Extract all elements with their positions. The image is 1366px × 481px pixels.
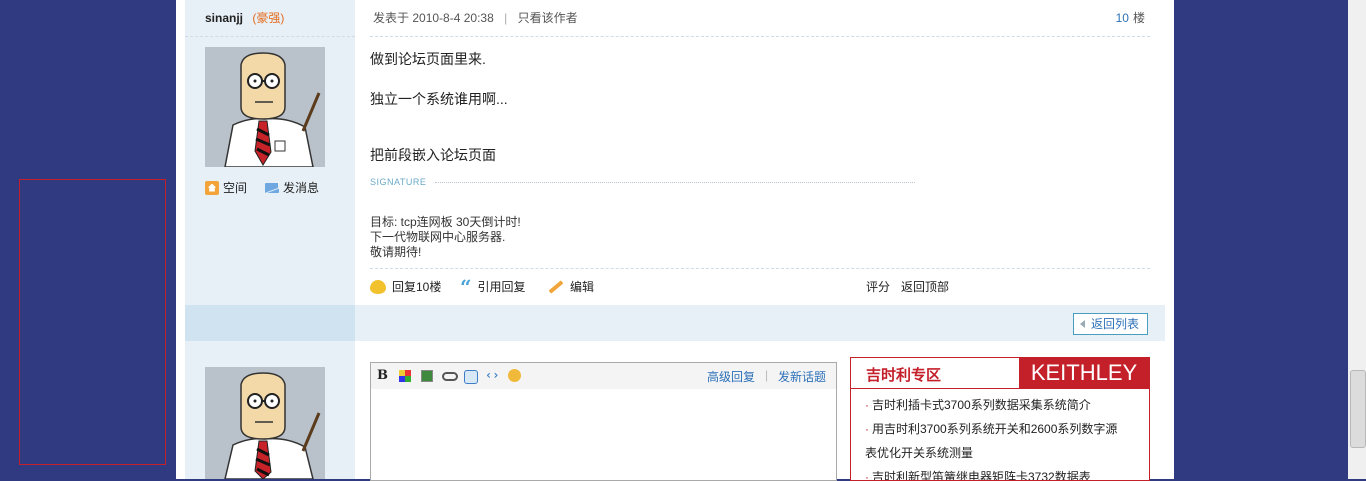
avatar-cartoon-image <box>205 367 325 479</box>
post-date: 2010-8-4 20:38 <box>412 11 494 25</box>
list-navigation-bar: 返回列表 <box>185 305 1165 341</box>
space-link[interactable]: 空间 <box>205 179 247 196</box>
ad-link-item[interactable]: · 吉时利插卡式3700系列数据采集系统简介 <box>865 393 1140 417</box>
avatar[interactable] <box>205 47 325 167</box>
posted-label: 发表于 <box>373 11 410 25</box>
post-content-line: 独立一个系统谁用啊... <box>370 91 508 107</box>
edit-button[interactable]: 编辑 <box>548 278 594 295</box>
scrollbar-thumb[interactable] <box>1350 370 1366 448</box>
post-meta: 发表于 2010-8-4 20:38 | 只看该作者 <box>373 9 578 26</box>
signature-label: SIGNATURE <box>370 177 427 187</box>
meta-divider <box>370 36 1150 37</box>
current-user-avatar[interactable] <box>205 367 325 479</box>
quote-icon: “ <box>460 274 472 299</box>
ad-bullet: · <box>865 422 869 436</box>
author-rank: (豪强) <box>252 11 285 25</box>
ad-link-item[interactable]: · 用吉时利3700系列系统开关和2600系列数字源 <box>865 417 1140 441</box>
space-link-label: 空间 <box>223 181 248 195</box>
pencil-icon <box>548 279 564 294</box>
editor-separator: | <box>765 368 769 382</box>
code-icon[interactable]: ‹› <box>485 368 499 382</box>
quick-reply-editor[interactable]: B ‹› 高级回复 | 发新话题 <box>370 362 837 481</box>
author-divider <box>185 36 355 37</box>
send-message-link[interactable]: 发消息 <box>265 179 319 196</box>
post-content-line: 做到论坛页面里来. <box>370 51 486 67</box>
back-to-top-link[interactable]: 返回顶部 <box>901 278 949 295</box>
ad-link-text: 吉时利插卡式3700系列数据采集系统简介 <box>872 398 1091 412</box>
signature-line: 敬请期待! <box>370 245 422 259</box>
floor-suffix: 楼 <box>1132 11 1145 25</box>
reply-button[interactable]: 回复10楼 <box>370 278 441 295</box>
ad-link-item[interactable]: 表优化开关系统测量 <box>865 441 1140 465</box>
send-message-label: 发消息 <box>283 181 320 195</box>
link-icon[interactable] <box>442 372 458 381</box>
left-ad-placeholder[interactable] <box>19 179 166 465</box>
ad-title[interactable]: 吉时利专区 <box>866 364 941 385</box>
ad-link-text: 用吉时利3700系列系统开关和2600系列数字源 <box>872 422 1118 436</box>
new-topic-link[interactable]: 发新话题 <box>778 368 826 385</box>
bold-icon[interactable]: B <box>377 368 389 383</box>
forum-post: sinanjj (豪强) 空间 发消息 发表于 2010-8-4 20:38 |… <box>185 0 1165 305</box>
editor-toolbar: B ‹› 高级回复 | 发新话题 <box>371 363 836 389</box>
floor-number: 10 楼 <box>1116 9 1145 26</box>
nav-bar-left <box>185 305 355 341</box>
rate-link[interactable]: 评分 <box>866 278 890 295</box>
edit-label: 编辑 <box>570 280 595 294</box>
actions-divider <box>370 268 1150 269</box>
back-to-list-button[interactable]: 返回列表 <box>1072 313 1148 335</box>
nav-bar-right: 返回列表 <box>355 305 1165 341</box>
signature-divider <box>435 182 915 183</box>
image-icon[interactable] <box>421 370 433 382</box>
quote-reply-label: 引用回复 <box>477 280 526 294</box>
reply-bubble-icon <box>370 279 386 294</box>
mail-icon <box>265 182 279 193</box>
avatar-cartoon-image <box>205 47 325 167</box>
ad-link-text: 吉时利新型笛簧继电器矩阵卡3732数据表 <box>872 470 1091 481</box>
smiley-icon[interactable] <box>508 369 521 382</box>
color-icon[interactable] <box>399 370 411 382</box>
ad-link-text: 表优化开关系统测量 <box>865 446 974 460</box>
forum-page: sinanjj (豪强) 空间 发消息 发表于 2010-8-4 20:38 |… <box>176 0 1174 481</box>
home-icon <box>205 180 219 195</box>
keithley-ad: 吉时利专区 KEITHLEY · 吉时利插卡式3700系列数据采集系统简介 · 用吉… <box>850 357 1150 481</box>
ad-bullet: · <box>865 470 869 481</box>
back-to-list-label: 返回列表 <box>1090 317 1139 331</box>
only-author-link[interactable]: 只看该作者 <box>518 11 578 25</box>
floor-number-link[interactable]: 10 <box>1116 11 1129 25</box>
advanced-reply-link[interactable]: 高级回复 <box>707 368 755 385</box>
post-content-line: 把前段嵌入论坛页面 <box>370 147 496 163</box>
author-line: sinanjj (豪强) <box>205 9 284 26</box>
quote-icon[interactable] <box>464 370 478 384</box>
reply-label: 回复10楼 <box>392 280 442 294</box>
meta-separator: | <box>504 11 508 25</box>
back-arrow-icon <box>1079 320 1085 328</box>
ad-header: 吉时利专区 KEITHLEY <box>851 358 1149 389</box>
author-name[interactable]: sinanjj <box>205 11 243 25</box>
keithley-logo[interactable]: KEITHLEY <box>1019 358 1149 388</box>
post-author-panel: sinanjj (豪强) 空间 发消息 <box>185 0 355 305</box>
vertical-scrollbar[interactable] <box>1348 0 1366 479</box>
post-body: 发表于 2010-8-4 20:38 | 只看该作者 10 楼 做到论坛页面里来.… <box>355 0 1165 305</box>
post-actions: 回复10楼 “ 引用回复 编辑 评分 返回顶部 <box>370 274 1150 299</box>
ad-bullet: · <box>865 398 869 412</box>
quote-reply-button[interactable]: “ 引用回复 <box>460 274 526 299</box>
